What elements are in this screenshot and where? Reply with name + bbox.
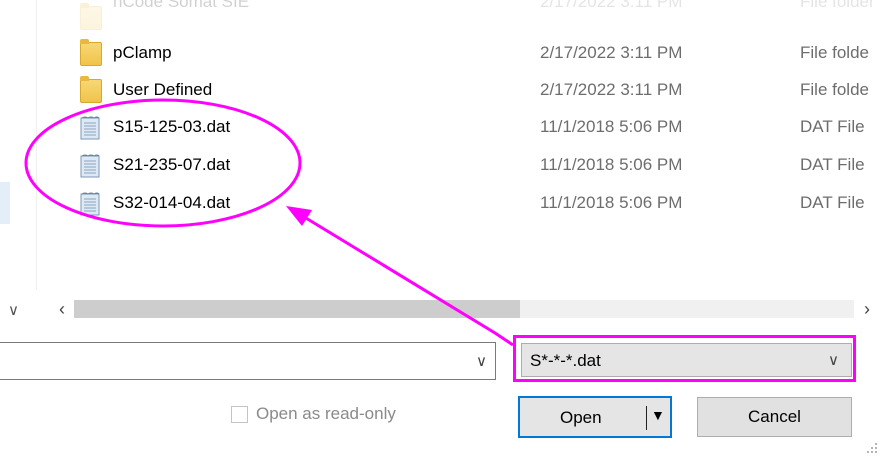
file-name: User Defined	[113, 80, 213, 99]
dat-file-icon	[80, 192, 102, 216]
annotation-highlight-box	[513, 335, 856, 382]
read-only-label: Open as read-only	[256, 404, 396, 423]
list-item[interactable]: User Defined 2/17/2022 3:11 PM File fold…	[0, 73, 882, 109]
cancel-button-label: Cancel	[748, 407, 801, 426]
resize-grip-icon[interactable]	[862, 438, 880, 456]
file-date: 2/17/2022 3:11 PM	[540, 0, 683, 11]
scroll-left-button[interactable]: ‹	[51, 296, 73, 322]
split-separator	[646, 406, 647, 430]
list-item[interactable]: pClamp 2/17/2022 3:11 PM File folde	[0, 36, 882, 72]
scroll-right-button[interactable]: ›	[856, 296, 878, 322]
file-date: 2/17/2022 3:11 PM	[540, 43, 683, 62]
read-only-checkbox[interactable]	[231, 406, 248, 423]
file-name: nCode Somat SIE	[113, 0, 250, 11]
file-type: File folde	[800, 43, 869, 62]
dropdown-arrow-icon[interactable]: ▼	[651, 407, 665, 423]
annotation-arrow-line	[295, 210, 514, 347]
file-type: DAT File	[800, 155, 865, 174]
file-name: S21-235-07.dat	[113, 155, 231, 174]
dat-file-icon	[80, 116, 102, 140]
file-name: S15-125-03.dat	[113, 117, 231, 136]
horizontal-scrollbar[interactable]	[74, 300, 854, 318]
chevron-down-icon[interactable]: ∨	[476, 352, 487, 370]
file-type: File folder	[800, 0, 875, 11]
list-item[interactable]: S32-014-04.dat 11/1/2018 5:06 PM DAT Fil…	[0, 186, 882, 222]
list-item[interactable]: nCode Somat SIE 2/17/2022 3:11 PM File f…	[0, 0, 882, 36]
file-type: File folde	[800, 80, 869, 99]
chevron-down-icon[interactable]: ∨	[8, 301, 19, 319]
file-name: pClamp	[113, 43, 172, 62]
file-type: DAT File	[800, 117, 865, 136]
open-button[interactable]: Open ▼	[518, 396, 672, 438]
dat-file-icon	[80, 154, 102, 178]
file-name-input[interactable]: ∨	[0, 342, 496, 380]
scrollbar-thumb[interactable]	[74, 300, 520, 318]
file-name: S32-014-04.dat	[113, 193, 231, 212]
folder-icon	[80, 76, 102, 103]
folder-icon	[80, 3, 102, 30]
file-type: DAT File	[800, 193, 865, 212]
open-button-label: Open	[560, 408, 602, 427]
folder-icon	[80, 39, 102, 66]
cancel-button[interactable]: Cancel	[697, 397, 852, 437]
file-date: 11/1/2018 5:06 PM	[540, 193, 683, 212]
list-item[interactable]: S15-125-03.dat 11/1/2018 5:06 PM DAT Fil…	[0, 110, 882, 146]
file-date: 11/1/2018 5:06 PM	[540, 155, 683, 174]
file-date: 11/1/2018 5:06 PM	[540, 117, 683, 136]
list-item[interactable]: S21-235-07.dat 11/1/2018 5:06 PM DAT Fil…	[0, 148, 882, 184]
file-date: 2/17/2022 3:11 PM	[540, 80, 683, 99]
